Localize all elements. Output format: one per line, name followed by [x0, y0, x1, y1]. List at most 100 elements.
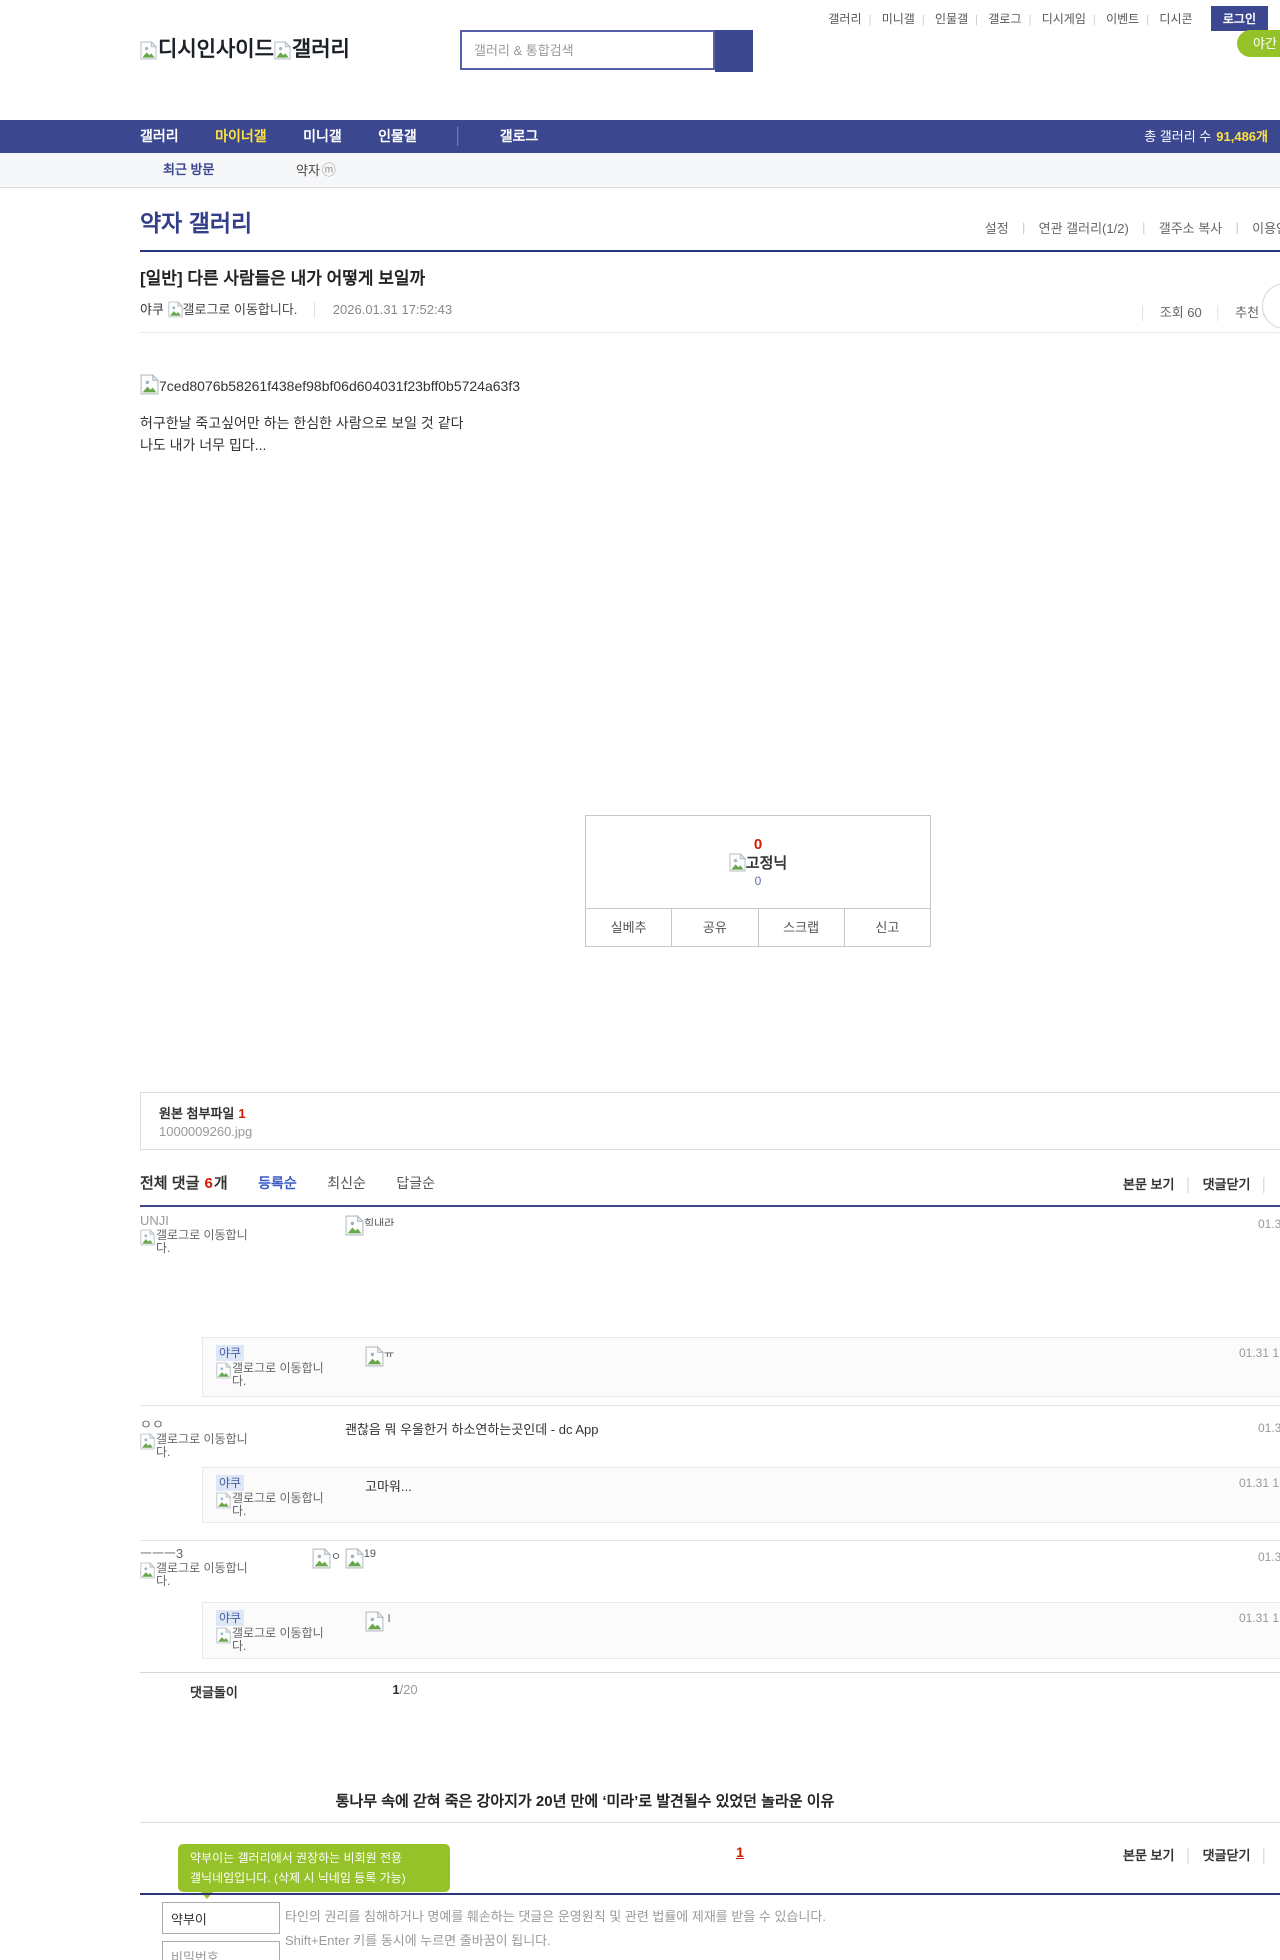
comment-content: ㅣ — [365, 1611, 392, 1632]
share-button[interactable]: 공유 — [672, 909, 759, 946]
comment-move-button[interactable] — [1262, 283, 1280, 329]
comment-author: ㅡㅡㅡ3 — [140, 1546, 184, 1561]
broken-dccon-icon — [312, 1548, 331, 1569]
broken-image-icon — [729, 852, 746, 872]
broken-dccon-icon — [345, 1215, 364, 1236]
comment-row: ㅇㅇ 갤로그로 이동합니다. 괜찮음 뭐 우울한거 하소연하는곳인데 - dc … — [140, 1417, 1280, 1467]
comments-count: 6 — [204, 1175, 213, 1192]
comments-view-controls: 본문 보기 │ 댓글닫기 │ — [1123, 1177, 1269, 1192]
sort-latest[interactable]: 최신순 — [327, 1175, 366, 1191]
view-post-link[interactable]: 본문 보기 — [1123, 1177, 1174, 1192]
comments-top-border — [140, 1205, 1280, 1207]
comment-row: ㅡㅡㅡ3 갤로그로 이동합니다. ㅇ 19 01.3 — [140, 1546, 1280, 1598]
broken-image-icon — [140, 1433, 155, 1450]
related-gallery-link[interactable]: 연관 갤러리(1/2) — [1039, 221, 1129, 236]
comment-write-notice[interactable]: 타인의 권리를 침해하거나 명예를 훼손하는 댓글은 운영원칙 및 관련 법률에… — [285, 1905, 826, 1953]
comments-total: 전체 댓글 6개 — [140, 1175, 228, 1192]
comment-date: 01.31 1 — [1239, 1611, 1280, 1625]
post-title: [일반] 다른 사람들은 내가 어떻게 보일까 — [140, 269, 426, 288]
reply-author-highlight[interactable]: 야쿠 — [216, 1610, 245, 1626]
content-top-border — [140, 250, 1280, 252]
comment-content: 힘내라 — [345, 1215, 394, 1236]
post-author-nickname[interactable]: 야쿠 — [140, 302, 164, 317]
view-post-link[interactable]: 본문 보기 — [1123, 1848, 1174, 1863]
comment-gallog-link[interactable]: 갤로그로 이동합니다. — [140, 1433, 258, 1459]
post-header-divider — [140, 332, 1280, 333]
silbechu-button[interactable]: 실베추 — [586, 909, 673, 946]
post-meta: │ 조회 60 │ 추천 0 │ — [1130, 302, 1280, 321]
post-date: 2026.01.31 17:52:43 — [332, 302, 453, 317]
close-comments-link[interactable]: 댓글닫기 — [1203, 1848, 1251, 1863]
upvote-count-red: 0 — [753, 835, 763, 853]
comment-divider — [140, 1540, 1280, 1541]
nickname-tooltip: 약부이는 갤러리에서 권장하는 비회원 전용 갤닉네임입니다. (삭제 시 닉네… — [178, 1844, 450, 1899]
post-body-text: 허구한날 죽고싶어만 하는 한심한 사람으로 보일 것 같다 나도 내가 너무 … — [140, 415, 464, 453]
comment-author: ㅇㅇ — [140, 1417, 164, 1432]
comment-form-top-border — [140, 1893, 1280, 1895]
comment-gallog-link[interactable]: 갤로그로 이동합니다. — [140, 1229, 258, 1255]
comment-gallog-link[interactable]: 갤로그로 이동합니다. — [216, 1362, 334, 1388]
comment-date: 01.31 1 — [1239, 1346, 1280, 1360]
comment-content: ㅇ 19 — [312, 1548, 376, 1569]
gallery-settings-link[interactable]: 설정 — [985, 221, 1009, 236]
reply-author-highlight[interactable]: 야쿠 — [216, 1345, 245, 1361]
report-button[interactable]: 신고 — [845, 909, 930, 946]
comments-footer-border — [140, 1672, 1280, 1673]
comment-date: 01.3 — [1258, 1421, 1280, 1435]
sort-registered[interactable]: 등록순 — [258, 1175, 297, 1191]
broken-image-icon — [167, 301, 183, 318]
comment-content: ㅠ — [365, 1346, 394, 1367]
fixed-nick-vote[interactable]: 고정닉 — [729, 852, 787, 874]
comment-bot-label: 댓글돌이 — [190, 1685, 238, 1700]
broken-dccon-icon — [365, 1611, 384, 1632]
close-comments-link[interactable]: 댓글닫기 — [1203, 1177, 1251, 1192]
comment-author: UNJI — [140, 1213, 169, 1228]
comment-row: UNJI 갤로그로 이동합니다. 힘내라 01.3 — [140, 1213, 1280, 1333]
comment-content: 괜찮음 뭐 우울한거 하소연하는곳인데 - dc App — [345, 1422, 599, 1437]
broken-image-icon — [216, 1492, 231, 1509]
broken-image-icon — [140, 374, 159, 395]
view-count-label: 조회 — [1159, 305, 1184, 320]
comment-date: 01.31 1 — [1239, 1476, 1280, 1490]
sort-reply[interactable]: 답글순 — [396, 1175, 435, 1191]
comment-gallog-link[interactable]: 갤로그로 이동합니다. — [216, 1627, 334, 1653]
scrap-button[interactable]: 스크랩 — [759, 909, 845, 946]
comment-password-input[interactable] — [162, 1941, 280, 1960]
attachment-count: 1 — [238, 1106, 246, 1121]
attachment-filename[interactable]: 1000009260.jpg — [159, 1124, 252, 1139]
upvote-label: 추천 — [1235, 305, 1260, 320]
comment-content: 고마워... — [365, 1479, 412, 1494]
comment-gallog-link[interactable]: 갤로그로 이동합니다. — [140, 1562, 258, 1588]
comment-gallog-link[interactable]: 갤로그로 이동합니다. — [216, 1492, 334, 1518]
broken-dccon-icon — [345, 1548, 364, 1569]
broken-image-icon — [140, 1229, 155, 1246]
reply-author-highlight[interactable]: 야쿠 — [216, 1475, 245, 1491]
broken-image-icon — [216, 1362, 231, 1379]
bottom-view-controls: 본문 보기 │ 댓글닫기 │ — [1123, 1848, 1269, 1863]
content-container: 약자 갤러리 설정ㅣ연관 갤러리(1/2)ㅣ갤주소 복사ㅣ이용안내 [일반] 다… — [140, 0, 1280, 1960]
usage-guide-link[interactable]: 이용안내 — [1252, 221, 1280, 236]
dcinside-gallery-page: 갤러리 | 미니갤 | 인물갤 | 갤로그 | 디시게임 | 이벤트 | 디시콘 로그인 야… — [0, 0, 1280, 1960]
downvote-count: 0 — [754, 873, 762, 888]
comment-date: 01.3 — [1258, 1217, 1280, 1231]
comment-pagination: 1/20 — [392, 1682, 418, 1697]
ad-divider — [140, 1822, 1280, 1823]
comment-nickname-input[interactable] — [162, 1902, 280, 1934]
comment-divider — [140, 1405, 1280, 1406]
comment-date: 01.3 — [1258, 1550, 1280, 1564]
broken-image-icon — [216, 1627, 231, 1644]
gallery-settings-row: 설정ㅣ연관 갤러리(1/2)ㅣ갤주소 복사ㅣ이용안내 — [140, 218, 1280, 237]
vote-box: 0 고정닉 0 실베추 공유 스크랩 신고 — [585, 815, 931, 947]
page-number-1[interactable]: 1 — [700, 1844, 780, 1860]
post-image-broken: 7ced8076b58261f438ef98bf06d604031f23bff0… — [140, 374, 520, 395]
ad-headline-link[interactable]: 통나무 속에 갇혀 죽은 강아지가 20년 만에 ‘미라’로 발견될수 있었던 … — [140, 1790, 1030, 1811]
post-author-gallog-link[interactable]: 갤로그로 이동합니다. — [167, 301, 297, 318]
attachment-box: 원본 첨부파일 1 1000009260.jpg — [140, 1092, 1280, 1150]
attachment-title: 원본 첨부파일 1 — [159, 1106, 246, 1121]
broken-image-icon — [140, 1562, 155, 1579]
post-author-row: 야쿠 갤로그로 이동합니다. │ 2026.01.31 17:52:43 — [140, 301, 453, 318]
comments-header: 전체 댓글 6개 등록순 최신순 답글순 — [140, 1172, 435, 1193]
view-count: 60 — [1187, 305, 1202, 320]
broken-dccon-icon — [365, 1346, 384, 1367]
copy-gallery-url-link[interactable]: 갤주소 복사 — [1159, 221, 1222, 236]
